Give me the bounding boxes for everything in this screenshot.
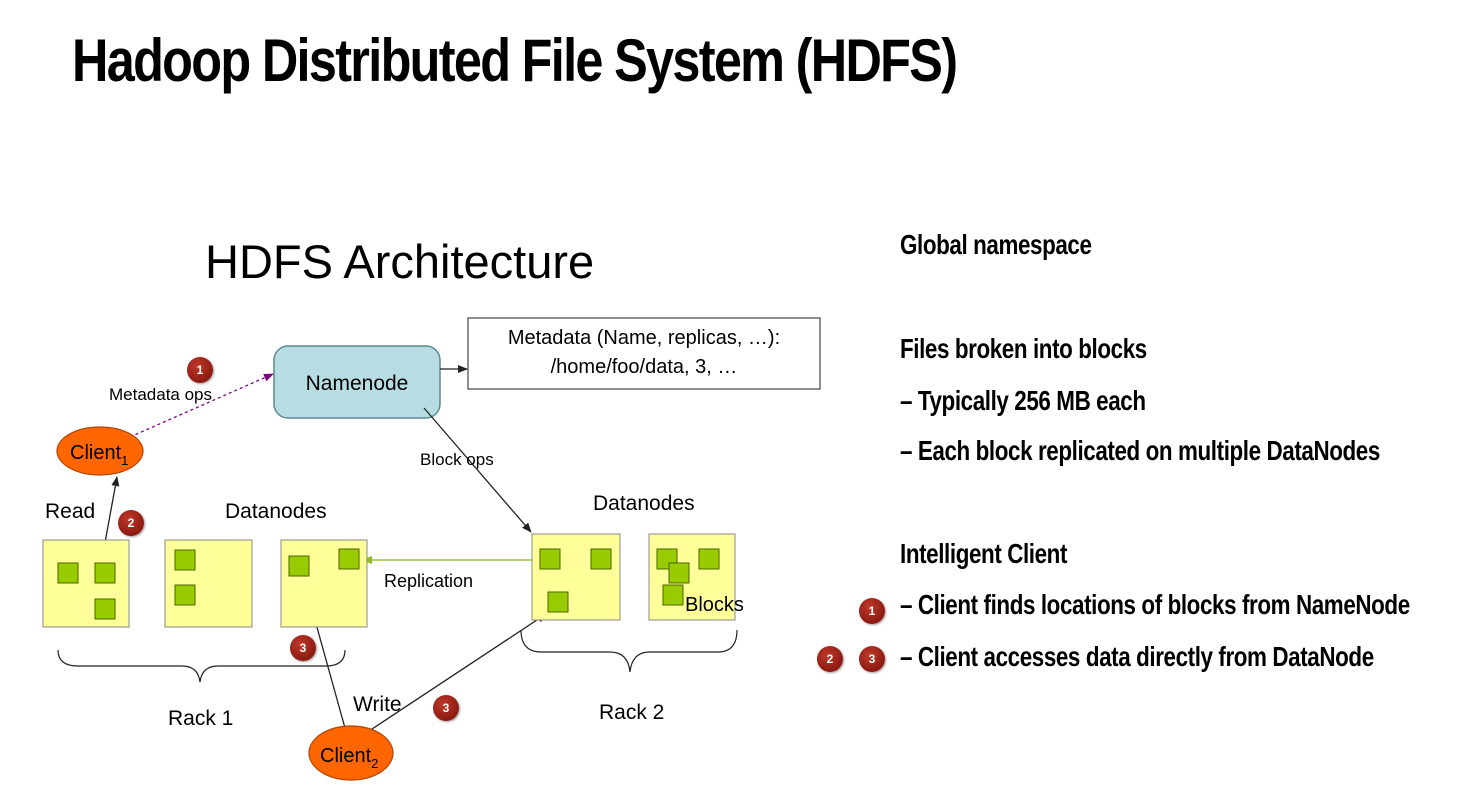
badge-write-rack2: 3 — [433, 695, 459, 721]
diagram-title: HDFS Architecture — [205, 235, 594, 288]
block — [288, 555, 310, 577]
rack2-brace — [520, 629, 738, 673]
hdfs-architecture-diagram: HDFS Architecture Metadata (Name, replic… — [42, 235, 821, 781]
block — [698, 548, 720, 570]
badge-read: 2 — [118, 510, 144, 536]
datanode-rack2-a — [531, 533, 621, 621]
namenode: Namenode — [273, 345, 441, 419]
namenode-label: Namenode — [306, 372, 409, 395]
rack1-label: Rack 1 — [168, 707, 233, 730]
block — [94, 562, 116, 584]
bullet-files-blocks: Files broken into blocks — [900, 333, 1147, 364]
metadata-line-2: /home/foo/data, 3, … — [551, 356, 738, 378]
bullet-client-finds: – Client finds locations of blocks from … — [900, 589, 1410, 620]
datanode-rack1-b — [164, 539, 253, 628]
datanode-rack1-c — [280, 539, 368, 628]
block — [539, 548, 561, 570]
metadata-ops-arrow — [129, 373, 274, 438]
client-2: Client2 — [308, 725, 394, 781]
metadata-ops-label: Metadata ops — [109, 385, 212, 404]
block — [668, 562, 690, 584]
datanodes-right-label: Datanodes — [593, 492, 695, 515]
replication-label: Replication — [384, 571, 473, 591]
datanodes-left-label: Datanodes — [225, 500, 327, 523]
block-ops-arrow — [423, 407, 532, 533]
badge-write-rack1: 3 — [290, 635, 316, 661]
badge-metadata-ops: 1 — [187, 357, 213, 383]
bullet-intelligent-client: Intelligent Client — [900, 538, 1068, 569]
block — [174, 549, 196, 571]
metadata-line-1: Metadata (Name, replicas, …): — [508, 327, 780, 349]
read-arrow — [103, 476, 120, 549]
datanode-rack2-b: Blocks — [648, 533, 744, 621]
block — [57, 562, 79, 584]
blocks-label: Blocks — [685, 594, 744, 616]
bullet-badge-3: 3 — [859, 646, 885, 672]
bullet-client-accesses: – Client accesses data directly from Dat… — [900, 641, 1374, 672]
bullet-typically: – Typically 256 MB each — [900, 385, 1146, 416]
bullet-replicated: – Each block replicated on multiple Data… — [900, 435, 1380, 466]
block — [590, 548, 612, 570]
block — [338, 548, 360, 570]
bullet-badge-2: 2 — [817, 646, 843, 672]
write-label: Write — [353, 693, 402, 716]
read-label: Read — [45, 500, 95, 523]
rack2-label: Rack 2 — [599, 701, 664, 724]
block — [547, 591, 569, 613]
bullet-global-namespace: Global namespace — [900, 229, 1092, 260]
block — [174, 584, 196, 606]
block — [662, 584, 684, 606]
bullet-badge-1: 1 — [859, 598, 885, 624]
datanode-rack1-a — [42, 539, 130, 628]
block-ops-label: Block ops — [420, 450, 494, 469]
client-1: Client1 — [56, 426, 144, 476]
block — [94, 598, 116, 620]
metadata-box: Metadata (Name, replicas, …): /home/foo/… — [467, 317, 821, 390]
